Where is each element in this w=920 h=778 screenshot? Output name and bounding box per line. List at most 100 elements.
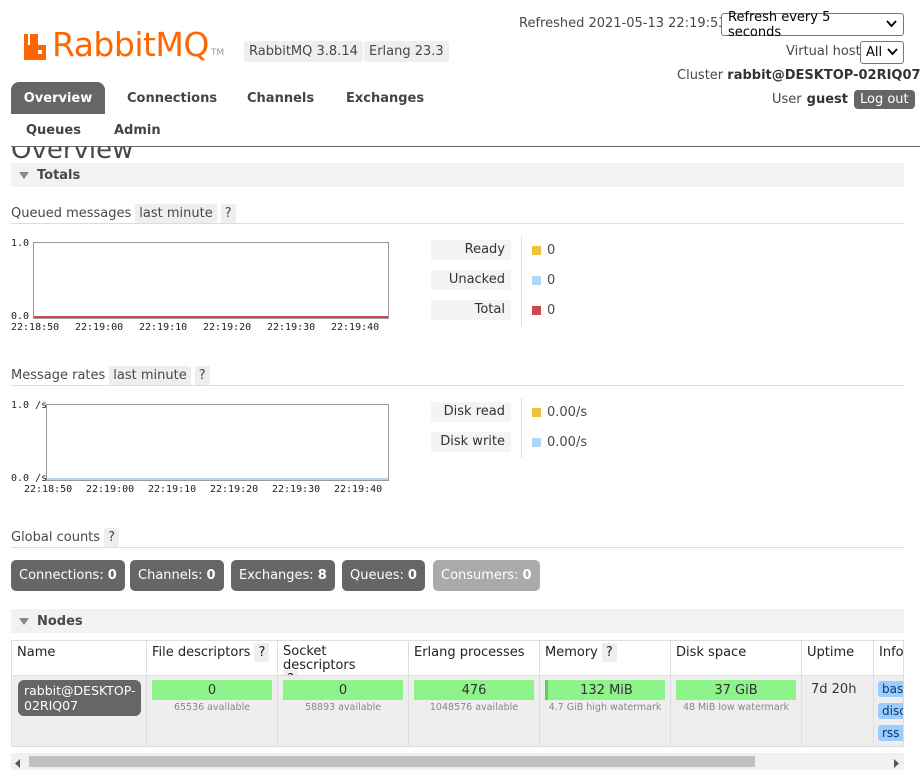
- divider: [11, 223, 904, 224]
- queued-legend-item: Unacked 0: [431, 270, 555, 290]
- rates-x-tick: 22:19:40: [334, 484, 383, 495]
- uptime-value: 7d 20h: [811, 682, 857, 697]
- node-name-link[interactable]: rabbit@DESKTOP-02RIQ07: [18, 680, 141, 716]
- consumers-count-button[interactable]: Consumers: 0: [433, 560, 540, 591]
- queues-count-button[interactable]: Queues: 0: [342, 560, 425, 591]
- rates-legend-swatch: [532, 407, 541, 417]
- erlang-badge: Erlang 23.3: [364, 41, 449, 62]
- tab-admin[interactable]: Admin: [114, 123, 161, 138]
- rates-range-button[interactable]: last minute: [109, 366, 191, 385]
- queued-x-tick: 22:18:50: [11, 322, 60, 333]
- fd-bar: 0: [152, 680, 272, 700]
- disk-note: 48 MiB low watermark: [682, 702, 790, 713]
- rates-legend-item: Disk write 0.00/s: [431, 432, 587, 452]
- sd-cell: 0 58893 available: [277, 675, 409, 747]
- collapse-triangle-icon: [19, 617, 29, 625]
- refresh-interval-select[interactable]: Refresh every 5 seconds: [721, 10, 904, 40]
- col-socket-descriptors-label: Socket descriptors: [283, 644, 356, 673]
- rates-legend-label: Disk read: [431, 402, 511, 422]
- consumers-count-value: 0: [522, 568, 532, 583]
- tab-queues[interactable]: Queues: [26, 123, 81, 138]
- memory-help-button[interactable]: ?: [601, 643, 617, 662]
- queued-legend-value: 0: [547, 242, 556, 258]
- virtual-host-label: Virtual host: [786, 44, 861, 59]
- memory-cell: 132 MiB 4.7 GiB high watermark: [539, 675, 671, 747]
- tab-exchanges[interactable]: Exchanges: [346, 91, 424, 106]
- message-rates-header: Message rates last minute ?: [11, 366, 210, 385]
- rates-legend-value: 0.00/s: [547, 434, 588, 450]
- disk-bar: 37 GiB: [676, 680, 796, 700]
- info-cell: basi disc rss: [873, 675, 904, 747]
- rates-legend-value-wrap: 0.00/s: [532, 435, 587, 450]
- exchanges-count-button[interactable]: Exchanges: 8: [231, 560, 335, 591]
- queued-help-button[interactable]: ?: [220, 204, 236, 223]
- collapse-triangle-icon: [19, 171, 29, 179]
- queued-messages-chart: [33, 242, 389, 319]
- queued-legend-item: Total 0: [431, 300, 555, 320]
- cluster-info: Cluster rabbit@DESKTOP-02RIQ07: [677, 68, 920, 83]
- queued-y-min: 0.0: [11, 311, 30, 322]
- info-tag-basic[interactable]: basi: [878, 681, 903, 697]
- queued-messages-header: Queued messages last minute ?: [11, 204, 236, 223]
- fd-help-button[interactable]: ?: [254, 643, 270, 662]
- rates-legend-value-wrap: 0.00/s: [532, 405, 587, 420]
- rates-help-button[interactable]: ?: [194, 366, 210, 385]
- memory-bar: 132 MiB: [545, 680, 665, 700]
- rates-legend-swatch: [532, 437, 541, 447]
- global-help-button[interactable]: ?: [104, 528, 119, 547]
- procs-bar: 476: [414, 680, 534, 700]
- horizontal-scrollbar-thumb[interactable]: [29, 756, 755, 767]
- rates-x-tick: 22:19:10: [148, 484, 197, 495]
- version-badge: RabbitMQ 3.8.14: [244, 41, 363, 62]
- channels-count-button[interactable]: Channels: 0: [130, 560, 224, 591]
- scroll-right-arrow-icon[interactable]: [892, 757, 900, 772]
- user-info: User guest Log out: [772, 90, 915, 109]
- col-disk-space-label: Disk space: [676, 645, 747, 660]
- info-tag-rss[interactable]: rss: [878, 725, 903, 741]
- global-counts-label: Global counts: [11, 530, 101, 545]
- cluster-name: rabbit@DESKTOP-02RIQ07: [727, 68, 920, 83]
- tab-overview[interactable]: Overview: [11, 82, 105, 114]
- virtual-host-value: All: [866, 45, 883, 60]
- col-erlang-processes-label: Erlang processes: [414, 645, 525, 660]
- tab-channels[interactable]: Channels: [247, 91, 314, 106]
- rates-x-axis: 22:18:50 22:19:00 22:19:10 22:19:20 22:19:30…: [0, 484, 420, 498]
- queued-x-tick: 22:19:30: [267, 322, 316, 333]
- col-disk-space: Disk space: [670, 640, 802, 676]
- divider: [11, 385, 904, 386]
- queued-y-max: 1.0: [11, 238, 30, 249]
- queued-range-button[interactable]: last minute: [135, 204, 217, 223]
- rabbitmq-logo[interactable]: RabbitMQ TM: [22, 22, 224, 62]
- rates-y-min: 0.0 /s: [11, 473, 48, 484]
- nodes-title: Nodes: [37, 613, 83, 629]
- col-uptime: Uptime: [801, 640, 874, 676]
- scroll-left-arrow-icon[interactable]: [14, 757, 22, 772]
- rates-legend-label: Disk write: [431, 432, 511, 452]
- queued-legend-value: 0: [547, 272, 556, 288]
- global-counts-header: Global counts ?: [11, 528, 119, 547]
- procs-cell: 476 1048576 available: [408, 675, 540, 747]
- logout-button[interactable]: Log out: [853, 90, 915, 109]
- refreshed-time: Refreshed 2021-05-13 22:19:53: [519, 16, 727, 31]
- consumers-count-label: Consumers:: [441, 568, 519, 583]
- sd-bar: 0: [283, 680, 403, 700]
- info-tag-disc[interactable]: disc: [878, 703, 903, 719]
- queued-legend-label: Ready: [431, 240, 511, 260]
- virtual-host-select[interactable]: All: [860, 41, 904, 64]
- nodes-section-header[interactable]: Nodes: [11, 609, 904, 633]
- connections-count-value: 0: [107, 568, 117, 583]
- memory-note: 4.7 GiB high watermark: [548, 702, 662, 713]
- queued-legend-label: Total: [431, 300, 511, 320]
- col-name: Name: [11, 640, 147, 676]
- col-file-descriptors-label: File descriptors: [152, 645, 251, 660]
- rates-y-max: 1.0 /s: [11, 400, 48, 411]
- procs-note: 1048576 available: [429, 702, 519, 713]
- rates-legend-value: 0.00/s: [547, 404, 588, 420]
- totals-section-header[interactable]: Totals: [11, 163, 904, 187]
- tab-connections[interactable]: Connections: [127, 91, 217, 106]
- queued-legend-value-wrap: 0: [532, 303, 555, 318]
- cluster-label: Cluster: [677, 68, 724, 83]
- queued-legend-value-wrap: 0: [532, 243, 555, 258]
- connections-count-button[interactable]: Connections: 0: [11, 560, 125, 591]
- sd-note: 58893 available: [304, 702, 382, 713]
